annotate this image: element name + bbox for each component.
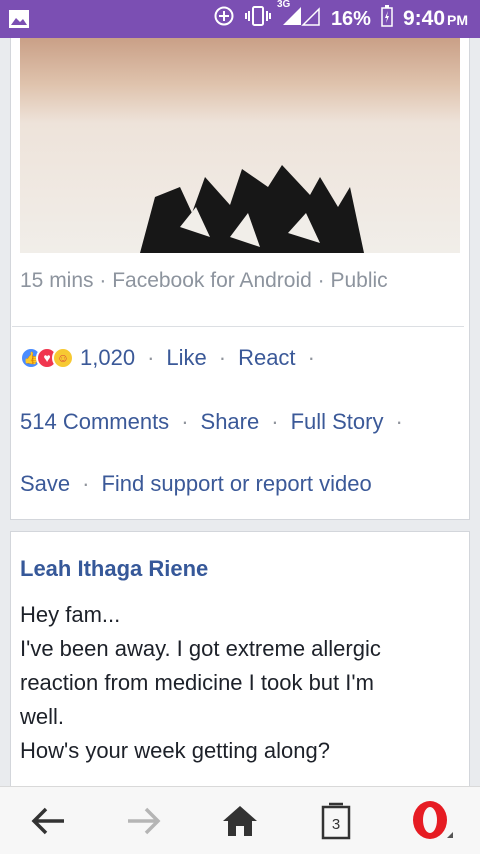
shirt-graphic (140, 165, 364, 253)
tabs-button[interactable]: 3 (306, 791, 366, 851)
reaction-icons[interactable]: 👍 ♥ ☺ (20, 347, 74, 369)
battery-icon (381, 5, 393, 33)
post-text: Hey fam... I've been away. I got extreme… (20, 598, 460, 768)
report-video-link[interactable]: Find support or report video (101, 471, 371, 497)
post-author[interactable]: Leah Ithaga Riene (20, 556, 208, 582)
reaction-count[interactable]: 1,020 (80, 345, 135, 371)
like-link[interactable]: Like (166, 345, 206, 371)
save-link[interactable]: Save (20, 471, 70, 497)
video-thumbnail[interactable] (20, 38, 460, 253)
video-post-card: 15 mins · Facebook for Android · Public … (10, 38, 470, 520)
image-notification-icon (0, 9, 38, 29)
tab-count: 3 (331, 816, 341, 833)
back-button[interactable] (18, 791, 78, 851)
post-line: well. (20, 704, 65, 729)
post-meta: 15 mins · Facebook for Android · Public (20, 269, 388, 292)
status-post-card: Leah Ithaga Riene Hey fam... I've been a… (10, 531, 470, 786)
browser-bottom-bar: 3 (0, 786, 480, 854)
action-row: Save · Find support or report video (20, 471, 372, 497)
data-saver-icon (213, 5, 235, 33)
back-arrow-icon (31, 807, 64, 834)
status-icons: 3G 16% 9:40 PM (213, 0, 480, 33)
post-line: reaction from medicine I took but I'm (20, 670, 374, 695)
full-story-link[interactable]: Full Story (291, 409, 384, 435)
vibrate-icon (244, 5, 271, 33)
share-link[interactable]: Share (201, 409, 260, 435)
forward-button[interactable] (114, 791, 174, 851)
care-reaction-icon: ☺ (52, 347, 74, 369)
post-line: How's your week getting along? (20, 738, 330, 763)
home-button[interactable] (210, 791, 270, 851)
action-row: 514 Comments · Share · Full Story · (20, 409, 403, 435)
home-icon (223, 805, 257, 836)
signal-icon: 3G (277, 0, 321, 33)
post-line: I've been away. I got extreme allergic (20, 636, 381, 661)
react-link[interactable]: React (238, 345, 295, 371)
opera-menu-button[interactable] (402, 791, 462, 851)
clock: 9:40 PM (402, 7, 468, 30)
reaction-row: 👍 ♥ ☺ 1,020 · Like · React · (20, 345, 327, 371)
network-type: 3G (276, 0, 291, 10)
post-line: Hey fam... (20, 602, 121, 627)
battery-percent: 16% (330, 7, 371, 30)
opera-icon (413, 800, 453, 839)
status-bar: 3G 16% 9:40 PM (0, 0, 480, 38)
forward-arrow-icon (128, 807, 161, 834)
divider (12, 326, 464, 327)
comments-link[interactable]: 514 Comments (20, 409, 169, 435)
news-feed[interactable]: 15 mins · Facebook for Android · Public … (0, 38, 480, 786)
